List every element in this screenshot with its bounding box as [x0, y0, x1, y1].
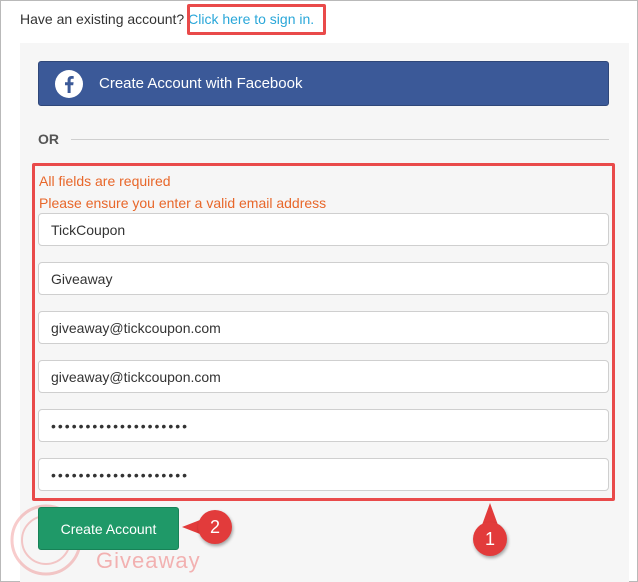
annotation-marker-1: 1 — [473, 522, 507, 556]
facebook-button-label: Create Account with Facebook — [99, 75, 303, 92]
last-name-field[interactable]: Giveaway — [38, 262, 609, 295]
create-account-button[interactable]: Create Account — [38, 507, 179, 550]
facebook-icon — [54, 69, 84, 99]
first-name-field[interactable]: TickCoupon — [38, 213, 609, 246]
confirm-password-field[interactable]: •••••••••••••••••••• — [38, 458, 609, 491]
signin-highlight-box — [187, 4, 326, 35]
error-required: All fields are required — [39, 173, 171, 189]
password-field[interactable]: •••••••••••••••••••• — [38, 409, 609, 442]
annotation-marker-2: 2 — [198, 510, 232, 544]
or-label: OR — [38, 131, 59, 147]
signin-prompt-text: Have an existing account? — [20, 11, 185, 27]
facebook-signup-button[interactable]: Create Account with Facebook — [38, 61, 609, 106]
email-field[interactable]: giveaway@tickcoupon.com — [38, 311, 609, 344]
error-valid-email: Please ensure you enter a valid email ad… — [39, 195, 327, 211]
confirm-email-field[interactable]: giveaway@tickcoupon.com — [38, 360, 609, 393]
or-divider: OR — [38, 130, 609, 148]
divider-line — [71, 138, 609, 140]
